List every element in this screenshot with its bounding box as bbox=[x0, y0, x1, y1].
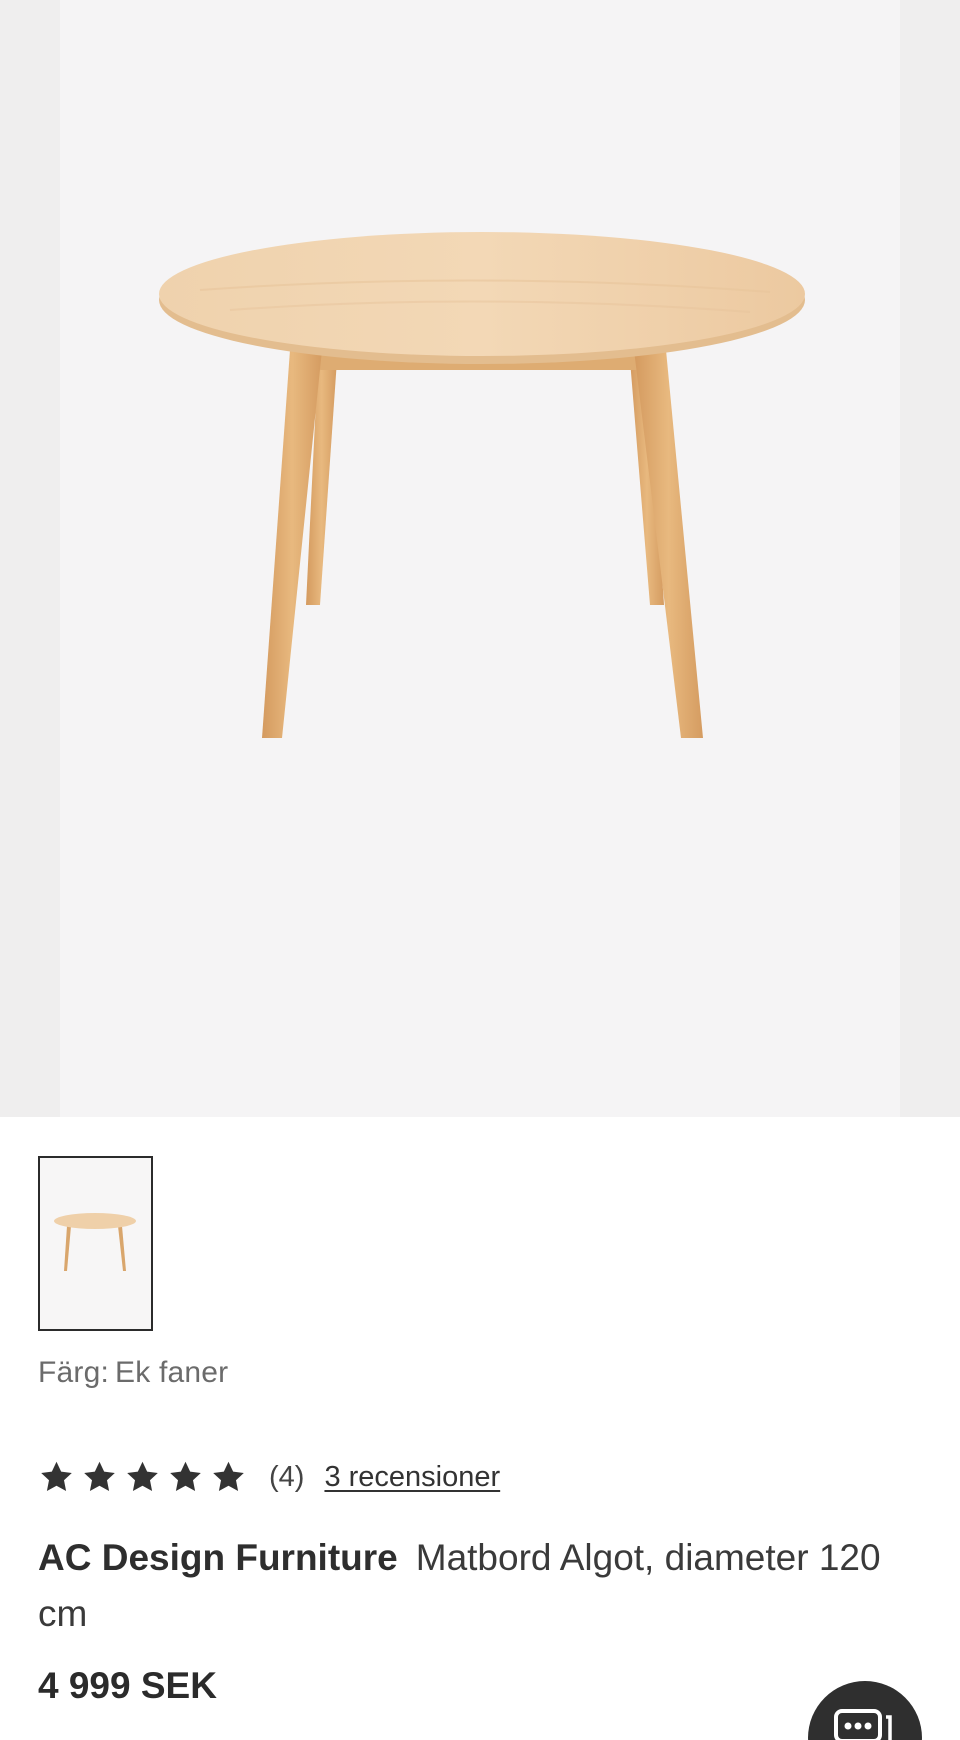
product-image-area bbox=[0, 0, 960, 1117]
star-icon bbox=[41, 1461, 72, 1491]
star-icon bbox=[84, 1461, 115, 1491]
color-label: Färg: bbox=[38, 1356, 110, 1389]
color-selection: Färg: Ek faner bbox=[38, 1356, 228, 1390]
rating-count: (4) bbox=[269, 1460, 305, 1493]
star-icon bbox=[170, 1461, 201, 1491]
product-title: AC Design Furniture Matbord Algot, diamet… bbox=[38, 1530, 918, 1642]
reviews-link[interactable]: 3 recensioner bbox=[324, 1461, 500, 1494]
chat-icon bbox=[834, 1709, 892, 1740]
product-image[interactable] bbox=[0, 0, 960, 1117]
rating-row: (4) 3 recensioner bbox=[38, 1455, 500, 1499]
product-page: Färg: Ek faner (4) 3 recensioner AC Desig… bbox=[0, 0, 960, 1740]
color-value: Ek faner bbox=[115, 1356, 229, 1389]
product-price: 4 999 SEK bbox=[38, 1665, 217, 1706]
chat-button[interactable] bbox=[808, 1681, 922, 1740]
thumbnail-image[interactable] bbox=[38, 1156, 153, 1331]
brand-name[interactable]: AC Design Furniture bbox=[38, 1537, 398, 1578]
star-icon bbox=[127, 1461, 158, 1491]
star-icon bbox=[213, 1461, 244, 1491]
star-rating bbox=[38, 1459, 247, 1495]
